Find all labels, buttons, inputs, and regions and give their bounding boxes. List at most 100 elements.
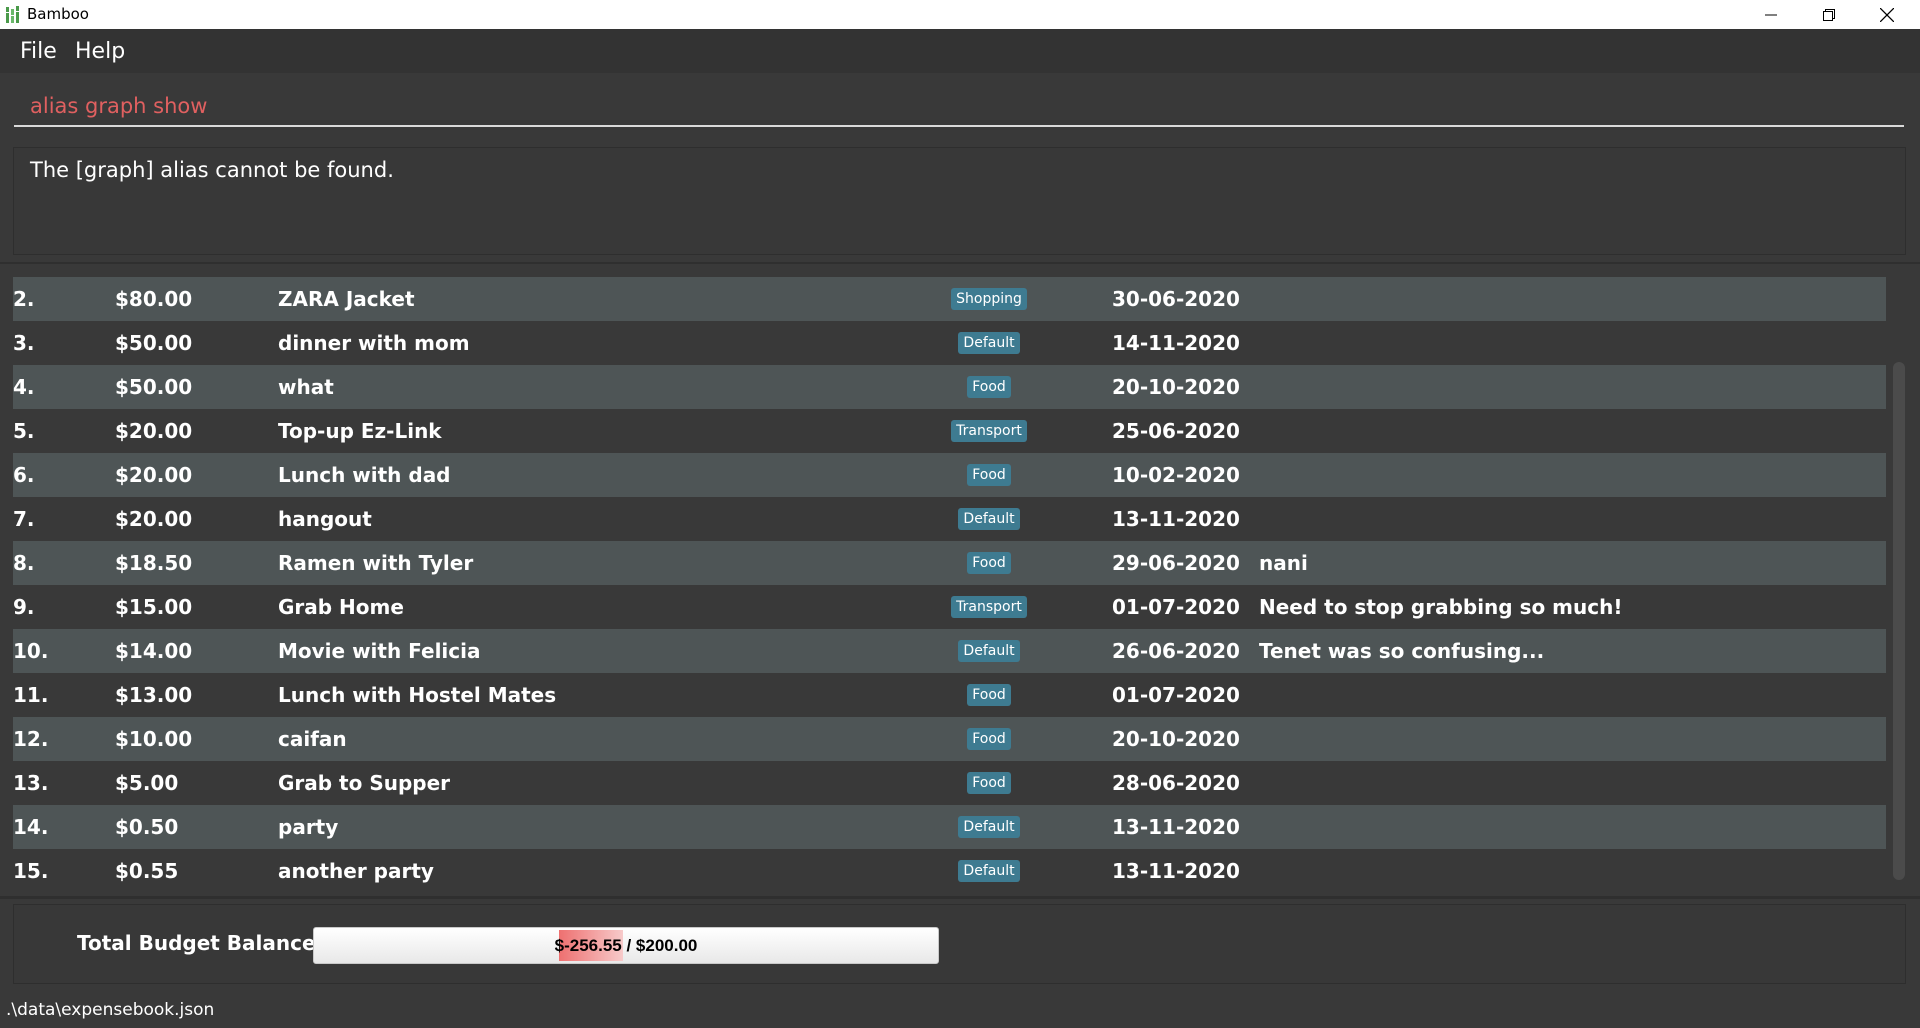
tag-container: Default — [945, 849, 1033, 893]
command-input[interactable]: alias graph show — [14, 89, 1904, 127]
restore-button[interactable] — [1800, 0, 1858, 29]
list-item[interactable]: 5. $20.00 Top-up Ez-Link 25-06-2020 Transpor… — [13, 409, 1886, 453]
budget-label: Total Budget Balance: — [77, 931, 324, 955]
expense-date: 30-06-2020 — [1112, 287, 1240, 311]
expense-amount: $0.55 — [115, 859, 179, 883]
tag-container: Transport — [945, 585, 1033, 629]
list-item[interactable]: 9. $15.00 Grab Home 01-07-2020 Need to stop … — [13, 585, 1886, 629]
expense-amount: $0.50 — [115, 815, 179, 839]
expense-tag: Food — [967, 728, 1011, 750]
tag-container: Food — [945, 673, 1033, 717]
expense-tag: Default — [958, 332, 1020, 354]
expense-description: Movie with Felicia — [278, 639, 481, 663]
tag-container: Food — [945, 717, 1033, 761]
expense-description: another party — [278, 859, 434, 883]
tag-container: Default — [945, 805, 1033, 849]
window-title: Bamboo — [27, 5, 89, 23]
expense-amount: $13.00 — [115, 683, 193, 707]
tag-container: Food — [945, 541, 1033, 585]
expense-index: 3. — [13, 331, 35, 355]
list-item[interactable]: 4. $50.00 what 20-10-2020 Food — [13, 365, 1886, 409]
expense-description: Top-up Ez-Link — [278, 419, 442, 443]
expense-date: 13-11-2020 — [1112, 507, 1240, 531]
expense-index: 7. — [13, 507, 35, 531]
expense-amount: $80.00 — [115, 287, 193, 311]
expense-amount: $50.00 — [115, 331, 193, 355]
tag-container: Shopping — [945, 277, 1033, 321]
list-item[interactable]: 2. $80.00 ZARA Jacket 30-06-2020 Shopping — [13, 277, 1886, 321]
expense-amount: $14.00 — [115, 639, 193, 663]
expense-date: 13-11-2020 — [1112, 859, 1240, 883]
expense-index: 6. — [13, 463, 35, 487]
expense-date: 26-06-2020 — [1112, 639, 1240, 663]
list-item[interactable]: 14. $0.50 party 13-11-2020 Default — [13, 805, 1886, 849]
list-item[interactable]: 11. $13.00 Lunch with Hostel Mates 01-07-20… — [13, 673, 1886, 717]
list-item[interactable]: 15. $0.55 another party 13-11-2020 Default — [13, 849, 1886, 893]
expense-tag: Shopping — [951, 288, 1027, 310]
expense-date: 28-06-2020 — [1112, 771, 1240, 795]
expense-tag: Food — [967, 684, 1011, 706]
expense-date: 01-07-2020 — [1112, 595, 1240, 619]
expense-date: 20-10-2020 — [1112, 727, 1240, 751]
menu-file[interactable]: File — [20, 39, 57, 64]
expense-description: hangout — [278, 507, 372, 531]
expense-remark: Tenet was so confusing... — [1259, 639, 1545, 663]
expense-list[interactable]: 2. $80.00 ZARA Jacket 30-06-2020 Shopping 3. $… — [0, 264, 1920, 896]
result-message: The [graph] alias cannot be found. — [30, 158, 394, 182]
expense-date: 01-07-2020 — [1112, 683, 1240, 707]
expense-date: 10-02-2020 — [1112, 463, 1240, 487]
expense-date: 20-10-2020 — [1112, 375, 1240, 399]
expense-tag: Default — [958, 816, 1020, 838]
expense-description: ZARA Jacket — [278, 287, 415, 311]
expense-index: 14. — [13, 815, 49, 839]
expense-description: party — [278, 815, 339, 839]
restore-icon — [1823, 8, 1835, 21]
expense-index: 11. — [13, 683, 49, 707]
list-item[interactable]: 8. $18.50 Ramen with Tyler 29-06-2020 nani Fo… — [13, 541, 1886, 585]
command-box: alias graph show — [0, 73, 1920, 135]
expense-amount: $50.00 — [115, 375, 193, 399]
expense-index: 12. — [13, 727, 49, 751]
expense-tag: Food — [967, 552, 1011, 574]
expense-description: Grab Home — [278, 595, 404, 619]
divider — [0, 896, 1920, 899]
minimize-button[interactable] — [1742, 0, 1800, 29]
expense-date: 29-06-2020 — [1112, 551, 1240, 575]
tag-container: Default — [945, 321, 1033, 365]
menu-help[interactable]: Help — [75, 39, 125, 64]
expense-date: 25-06-2020 — [1112, 419, 1240, 443]
tag-container: Food — [945, 761, 1033, 805]
close-icon — [1880, 7, 1894, 22]
expense-tag: Default — [958, 640, 1020, 662]
list-item[interactable]: 12. $10.00 caifan 20-10-2020 Food — [13, 717, 1886, 761]
expense-amount: $20.00 — [115, 419, 193, 443]
expense-description: Lunch with Hostel Mates — [278, 683, 557, 707]
title-bar: Bamboo — [0, 0, 1920, 29]
expense-description: Grab to Supper — [278, 771, 451, 795]
close-button[interactable] — [1858, 0, 1916, 29]
expense-tag: Default — [958, 860, 1020, 882]
expense-remark: nani — [1259, 551, 1308, 575]
expense-amount: $20.00 — [115, 507, 193, 531]
list-item[interactable]: 13. $5.00 Grab to Supper 28-06-2020 Food — [13, 761, 1886, 805]
expense-description: Ramen with Tyler — [278, 551, 474, 575]
expense-description: Lunch with dad — [278, 463, 451, 487]
expense-tag: Default — [958, 508, 1020, 530]
list-item[interactable]: 7. $20.00 hangout 13-11-2020 Default — [13, 497, 1886, 541]
minimize-icon — [1765, 14, 1777, 15]
tag-container: Food — [945, 453, 1033, 497]
expense-index: 9. — [13, 595, 35, 619]
expense-amount: $15.00 — [115, 595, 193, 619]
tag-container: Transport — [945, 409, 1033, 453]
list-item[interactable]: 3. $50.00 dinner with mom 14-11-2020 Default — [13, 321, 1886, 365]
bamboo-app-icon — [4, 6, 22, 24]
scrollbar-thumb[interactable] — [1893, 362, 1905, 880]
list-item[interactable]: 6. $20.00 Lunch with dad 10-02-2020 Food — [13, 453, 1886, 497]
list-item[interactable]: 10. $14.00 Movie with Felicia 26-06-2020 Ten… — [13, 629, 1886, 673]
expense-index: 2. — [13, 287, 35, 311]
expense-description: caifan — [278, 727, 347, 751]
status-bar: .\data\expensebook.json — [0, 994, 1920, 1028]
expense-date: 14-11-2020 — [1112, 331, 1240, 355]
tag-container: Food — [945, 365, 1033, 409]
tag-container: Default — [945, 629, 1033, 673]
